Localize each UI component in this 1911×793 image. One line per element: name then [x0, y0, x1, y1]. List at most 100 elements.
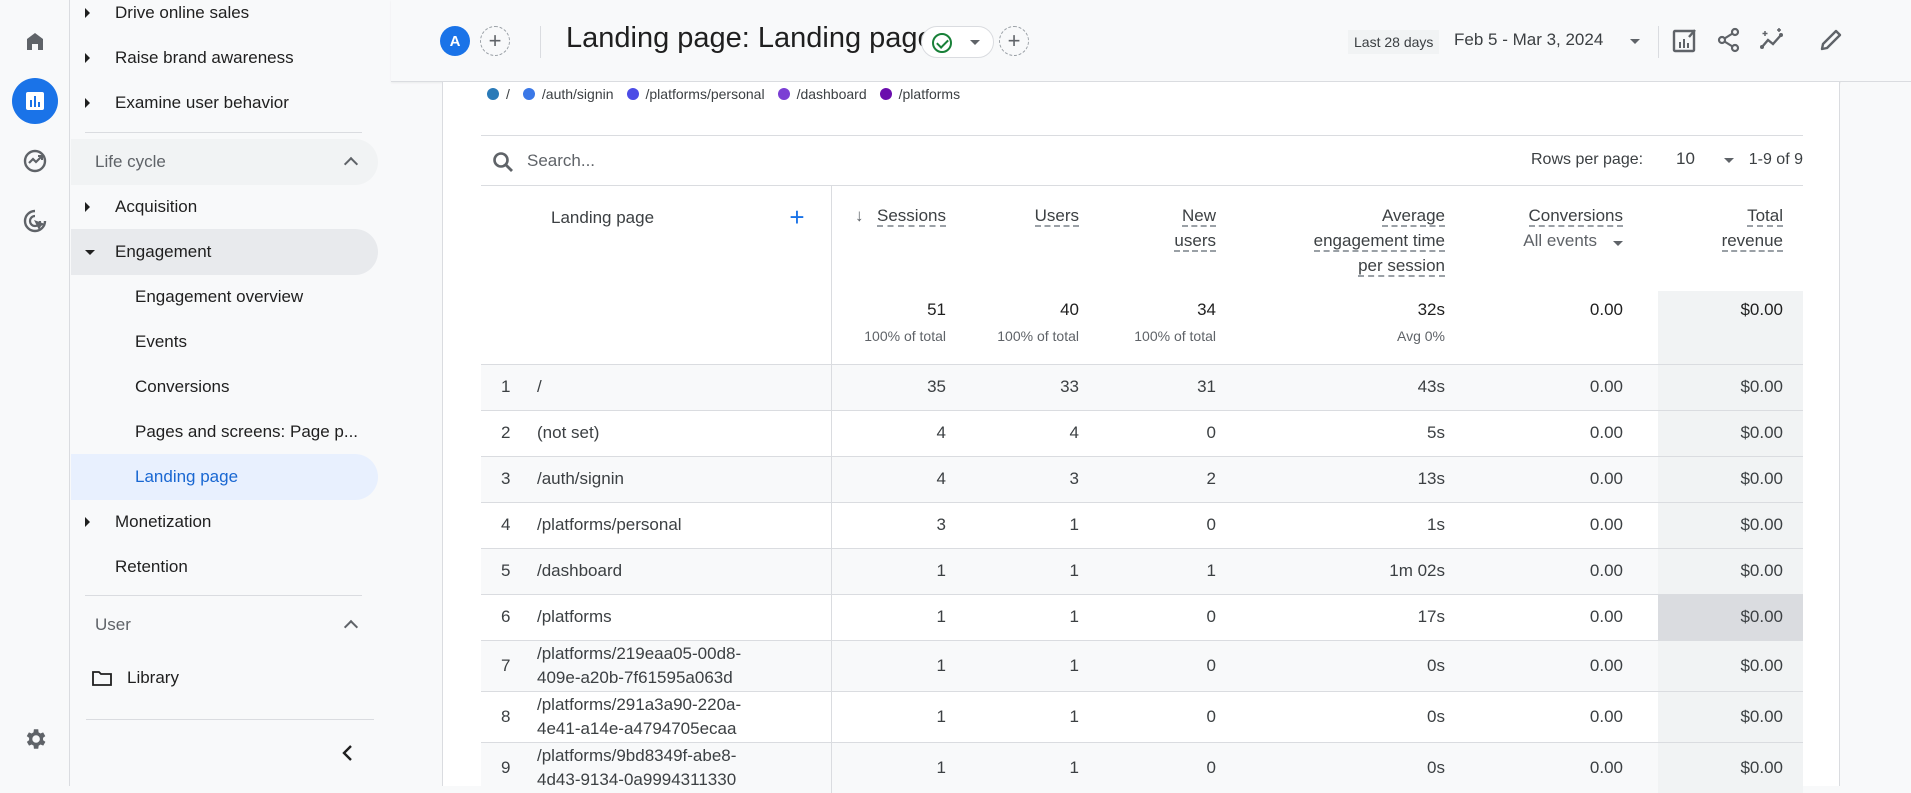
- nav-item-engagement[interactable]: Engagement: [71, 229, 378, 275]
- customize-report-button[interactable]: [1669, 24, 1701, 56]
- nav-item-retention[interactable]: Retention: [71, 544, 378, 590]
- nav-item-library[interactable]: Library: [71, 655, 378, 701]
- conversions-event-filter[interactable]: All events: [1523, 231, 1623, 250]
- rows-per-page-caret-icon[interactable]: [1724, 158, 1734, 163]
- row-index: 8: [481, 690, 537, 742]
- add-filter-button[interactable]: +: [999, 26, 1029, 56]
- sessions-cell: 4: [831, 455, 946, 502]
- new-users-header[interactable]: New users: [1079, 186, 1216, 291]
- settings-button[interactable]: [12, 716, 58, 762]
- add-comparison-button[interactable]: +: [480, 26, 510, 56]
- sessions-header[interactable]: ↓ Sessions: [831, 186, 946, 291]
- landing-page-path: /: [537, 377, 542, 396]
- conversions-header[interactable]: Conversions All events: [1445, 186, 1658, 291]
- new-users-cell: 0: [1079, 501, 1216, 548]
- new-users-cell: 2: [1079, 455, 1216, 502]
- totals-sessions: 51 100% of total: [831, 291, 946, 364]
- table-row[interactable]: 7/platforms/219eaa05-00d8- 409e-a20b-7f61…: [481, 639, 1803, 691]
- share-button[interactable]: [1713, 24, 1745, 56]
- table-row[interactable]: 3/auth/signin 4 3 2 13s 0.00 $0.00: [481, 455, 1803, 502]
- conversions-filter-label: All events: [1523, 231, 1597, 250]
- legend-item[interactable]: /: [487, 86, 510, 102]
- home-button[interactable]: [12, 18, 58, 64]
- nav-item-events[interactable]: Events: [71, 319, 378, 365]
- caret-right-icon: [85, 517, 90, 527]
- legend-item[interactable]: /platforms/personal: [626, 86, 765, 102]
- table-row[interactable]: 9/platforms/9bd8349f-abe8- 4d43-9134-0a99…: [481, 741, 1803, 793]
- nav-item-label: Acquisition: [115, 197, 198, 216]
- edit-button[interactable]: [1815, 24, 1847, 56]
- table-row[interactable]: 1/ 35 33 31 43s 0.00 $0.00: [481, 363, 1803, 410]
- conversions-cell: 0.00: [1445, 741, 1658, 793]
- nav-item-examine-user-behavior[interactable]: Examine user behavior: [71, 80, 378, 126]
- legend-dot: [777, 88, 790, 100]
- sessions-cell: 1: [831, 741, 946, 793]
- landing-page-cell: /platforms/9bd8349f-abe8- 4d43-9134-0a999…: [537, 741, 832, 793]
- new-users-cell: 0: [1079, 593, 1216, 640]
- legend-item[interactable]: /auth/signin: [522, 86, 614, 102]
- rows-per-page-select[interactable]: 10: [1676, 149, 1695, 169]
- avg-engagement-cell: 0s: [1216, 639, 1445, 691]
- totals-conversions: 0.00: [1445, 291, 1658, 364]
- reports-button[interactable]: [12, 78, 58, 124]
- table-row[interactable]: 5/dashboard 1 1 1 1m 02s 0.00 $0.00: [481, 547, 1803, 594]
- chart-legend: / /auth/signin /platforms/personal /dash…: [487, 84, 973, 104]
- conversions-cell: 0.00: [1445, 690, 1658, 742]
- nav-section-life-cycle[interactable]: Life cycle: [71, 139, 378, 185]
- landing-page-path: /platforms/219eaa05-00d8-: [537, 643, 742, 663]
- avg-engagement-header[interactable]: Average engagement time per session: [1216, 186, 1445, 291]
- users-header[interactable]: Users: [946, 186, 1079, 291]
- report-status-dropdown[interactable]: [921, 26, 994, 58]
- explore-button[interactable]: [12, 138, 58, 184]
- date-range-picker[interactable]: Feb 5 - Mar 3, 2024: [1454, 30, 1603, 50]
- avg-engagement-cell: 5s: [1216, 409, 1445, 456]
- check-circle-icon: [932, 33, 952, 53]
- revenue-cell: $0.00: [1658, 501, 1803, 548]
- dimension-header[interactable]: Landing page +: [537, 186, 832, 291]
- sessions-cell: 1: [831, 547, 946, 594]
- add-dimension-plus-icon[interactable]: +: [789, 202, 804, 233]
- legend-item[interactable]: /platforms: [879, 86, 960, 102]
- nav-item-drive-online-sales[interactable]: Drive online sales: [71, 0, 378, 36]
- nav-item-engagement-overview[interactable]: Engagement overview: [71, 274, 378, 320]
- nav-item-label: Drive online sales: [115, 3, 250, 22]
- collapse-nav-button[interactable]: [336, 741, 360, 765]
- avg-engagement-cell: 13s: [1216, 455, 1445, 502]
- date-preset-chip[interactable]: Last 28 days: [1348, 30, 1440, 54]
- header-divider: [1658, 26, 1659, 58]
- nav-item-label: Retention: [115, 557, 188, 576]
- date-range-caret-icon[interactable]: [1630, 39, 1640, 44]
- new-users-cell: 0: [1079, 409, 1216, 456]
- right-panel-gutter: [1841, 82, 1911, 786]
- comparison-avatar[interactable]: A: [440, 26, 470, 56]
- nav-item-pages-and-screens[interactable]: Pages and screens: Page p...: [71, 409, 378, 455]
- users-cell: 1: [946, 639, 1079, 691]
- nav-item-label: Engagement: [115, 242, 212, 261]
- nav-section-user[interactable]: User: [71, 602, 378, 648]
- avg-engagement-cell: 0s: [1216, 690, 1445, 742]
- table-row[interactable]: 2 (not set) 4 4 0 5s 0.00 $0.00: [481, 409, 1803, 456]
- table-row[interactable]: 6/platforms 1 1 0 17s 0.00 $0.00: [481, 593, 1803, 640]
- new-users-header-label: New: [1181, 206, 1216, 227]
- caret-down-icon: [1613, 241, 1623, 246]
- total-subtext: 100% of total: [997, 328, 1079, 344]
- revenue-header[interactable]: Total revenue: [1658, 186, 1803, 291]
- nav-item-acquisition[interactable]: Acquisition: [71, 184, 378, 230]
- legend-item[interactable]: /dashboard: [777, 86, 867, 102]
- table-row[interactable]: 4/platforms/personal 3 1 0 1s 0.00 $0.00: [481, 501, 1803, 548]
- advertising-button[interactable]: [12, 198, 58, 244]
- conversions-cell: 0.00: [1445, 455, 1658, 502]
- nav-section-label: User: [95, 615, 131, 634]
- nav-item-conversions[interactable]: Conversions: [71, 364, 378, 410]
- insights-button[interactable]: [1757, 24, 1789, 56]
- totals-index-cell: [481, 291, 537, 364]
- nav-item-landing-page[interactable]: Landing page: [71, 454, 378, 500]
- nav-item-monetization[interactable]: Monetization: [71, 499, 378, 545]
- revenue-header-label: Total: [1747, 206, 1783, 227]
- nav-item-label: Raise brand awareness: [115, 48, 294, 67]
- totals-revenue: $0.00: [1658, 291, 1803, 364]
- nav-item-raise-brand-awareness[interactable]: Raise brand awareness: [71, 35, 378, 81]
- table-row[interactable]: 8/platforms/291a3a90-220a- 4e41-a14e-a479…: [481, 690, 1803, 742]
- search-input[interactable]: [527, 148, 1027, 174]
- landing-page-path: /platforms/9bd8349f-abe8-: [537, 745, 737, 765]
